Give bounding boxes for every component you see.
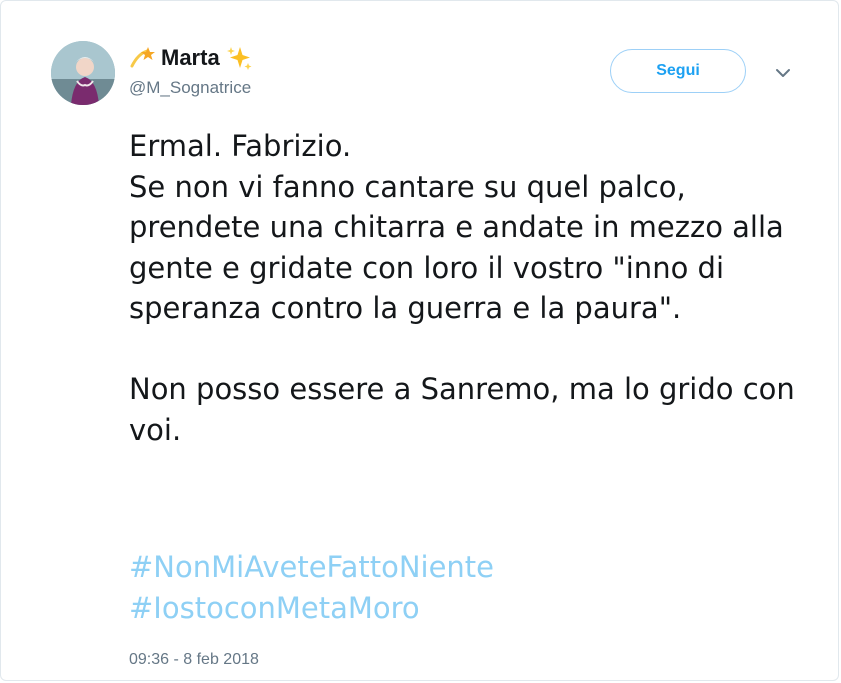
hashtag-list: #NonMiAveteFattoNiente #IostoconMetaMoro: [129, 547, 494, 629]
hashtag-link[interactable]: #NonMiAveteFattoNiente: [129, 547, 494, 588]
user-handle[interactable]: @M_Sognatrice: [129, 78, 251, 98]
chevron-down-icon[interactable]: [773, 65, 793, 81]
user-name: Marta: [161, 45, 220, 70]
hashtag-link[interactable]: #IostoconMetaMoro: [129, 588, 494, 629]
user-name-row[interactable]: Marta: [129, 45, 252, 71]
follow-button[interactable]: Segui: [610, 49, 746, 93]
tweet-text: Ermal. Fabrizio. Se non vi fanno cantare…: [129, 129, 795, 447]
tweet-card: Marta @M_Sognatrice Segui Ermal. Fabrizi…: [0, 0, 839, 681]
sparkles-icon: [226, 45, 252, 71]
avatar[interactable]: [51, 41, 115, 105]
tweet-timestamp[interactable]: 09:36 - 8 feb 2018: [129, 651, 259, 669]
shooting-star-icon: [129, 45, 155, 71]
avatar-image: [51, 41, 115, 105]
